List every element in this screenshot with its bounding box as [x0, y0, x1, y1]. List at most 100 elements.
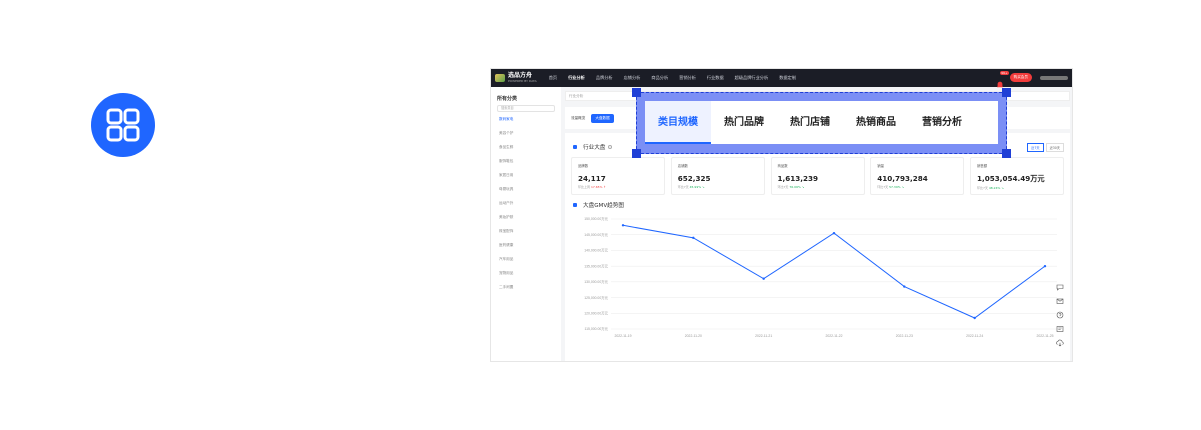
notification-badge: 99+	[999, 70, 1009, 75]
feedback-icon[interactable]	[1056, 325, 1064, 333]
selection-handle[interactable]	[1002, 149, 1011, 158]
industry-panel: 行业大盘 近7天 近30天 品牌数 24,117 环比上周 17.65% ↑ 店…	[565, 133, 1070, 361]
nav-marketing-analysis[interactable]: 营销分析	[679, 75, 696, 81]
range-7-days-button[interactable]: 近7天	[1027, 143, 1044, 152]
nav-super-brand[interactable]: 超级品牌行业分析	[735, 75, 769, 81]
category-search-input[interactable]: 搜索类目	[497, 105, 555, 112]
metric-card-sales-volume: 销量 410,793,284 环比7天 57.39% ↘	[870, 157, 965, 195]
x-tick-label: 2022-11-25	[1036, 334, 1053, 338]
nav-home[interactable]: 首页	[549, 75, 557, 81]
sidebar-item[interactable]: 食品生鲜	[497, 144, 555, 158]
gmv-data-point	[692, 236, 695, 240]
nav-product-analysis[interactable]: 商品分析	[651, 75, 668, 81]
tab-hot-shops[interactable]: 热门店铺	[777, 101, 843, 144]
metric-delta: 环比上周 17.65% ↑	[578, 185, 606, 189]
y-tick-label: 130,000.00万元	[584, 280, 608, 284]
nav-industry-data[interactable]: 行业数据	[707, 75, 724, 81]
metric-label: 商品数	[777, 164, 788, 168]
metric-label: 销售额	[977, 164, 988, 168]
sidebar-item[interactable]: 美容个护	[497, 130, 555, 144]
main-nav: 首页 行业分析 品牌分析 店铺分析 商品分析 营销分析 行业数据 超级品牌行业分…	[549, 75, 807, 81]
top-navbar: 选品方舟 POWERED BY DATA 首页 行业分析 品牌分析 店铺分析 商…	[491, 69, 1072, 87]
bell-icon[interactable]: 99+	[996, 70, 1009, 87]
sidebar-item[interactable]: 宠物用品	[497, 270, 555, 284]
gmv-data-point	[903, 285, 906, 288]
tab-category-scale[interactable]: 类目规模	[645, 101, 711, 144]
y-tick-label: 145,000.00万元	[584, 233, 608, 237]
y-tick-label: 120,000.00万元	[584, 311, 608, 315]
tab-hot-brands[interactable]: 热门品牌	[711, 101, 777, 144]
metric-delta: 环比7天 48.24% ↘	[977, 186, 1004, 190]
section-icon	[573, 145, 577, 149]
sidebar-item[interactable]: 医药健康	[497, 242, 555, 256]
y-tick-label: 135,000.00万元	[584, 264, 608, 268]
y-tick-label: 115,000.00万元	[585, 327, 609, 331]
y-tick-label: 125,000.00万元	[584, 296, 608, 300]
y-tick-label: 140,000.00万元	[584, 249, 608, 253]
metric-card-products: 商品数 1,613,239 环比7天 76.06% ↘	[770, 157, 865, 195]
gmv-series-line	[622, 224, 1046, 319]
sidebar-item[interactable]: 运动户外	[497, 200, 555, 214]
gmv-data-point	[762, 277, 765, 280]
selection-handle[interactable]	[632, 149, 641, 158]
sidebar-item[interactable]: 珠宝配饰	[497, 228, 555, 242]
help-circle-icon[interactable]	[1056, 311, 1064, 319]
metric-value: 410,793,284	[877, 174, 928, 183]
sidebar-item[interactable]: 数码家电	[497, 116, 555, 130]
sidebar-item[interactable]: 母婴玩具	[497, 186, 555, 200]
download-icon[interactable]	[1056, 339, 1064, 347]
highlight-overlay: 类目规模 热门品牌 热门店铺 热销商品 营销分析	[632, 88, 1011, 158]
tab-best-selling-products[interactable]: 热销商品	[843, 101, 909, 144]
metric-card-brands: 品牌数 24,117 环比上周 17.65% ↑	[571, 157, 665, 195]
logo[interactable]: 选品方舟 POWERED BY DATA	[495, 73, 537, 83]
metric-value: 24,117	[578, 174, 606, 183]
range-toggle: 近7天 近30天	[1025, 143, 1064, 152]
sidebar-item[interactable]: 美妆护肤	[497, 214, 555, 228]
nav-industry-analysis[interactable]: 行业分析	[568, 75, 585, 81]
metric-delta: 环比7天 76.06% ↘	[777, 185, 805, 189]
nav-data-custom[interactable]: 数据定制	[779, 75, 796, 81]
message-icon[interactable]	[1056, 297, 1064, 305]
metric-value: 652,325	[677, 174, 711, 183]
x-tick-label: 2022-11-22	[825, 334, 842, 338]
x-tick-label: 2022-11-23	[896, 334, 913, 338]
metric-card-revenue: 销售额 1,053,054.49万元 环比7天 48.24% ↘	[970, 157, 1064, 195]
gmv-data-point	[621, 224, 625, 227]
tab-market-data[interactable]: 大盘数据	[591, 113, 614, 123]
metric-delta: 环比7天 57.39% ↘	[877, 185, 905, 189]
x-tick-label: 2022-11-21	[755, 334, 772, 338]
user-menu[interactable]	[1040, 75, 1068, 80]
gmv-chart: 150,000.00万元 145,000.00万元 140,000.00万元 135,…	[571, 211, 1066, 361]
range-30-days-button[interactable]: 近30天	[1045, 143, 1064, 152]
metric-value: 1,613,239	[777, 174, 818, 183]
sidebar-item[interactable]: 服饰鞋包	[497, 158, 555, 172]
sidebar-item[interactable]: 二手闲置	[497, 284, 555, 298]
buy-membership-button[interactable]: 购买会员	[1009, 73, 1032, 82]
sidebar-item[interactable]: 汽车用品	[497, 256, 555, 270]
metric-card-shops: 店铺数 652,325 环比7天 45.99% ↘	[670, 157, 765, 195]
metric-label: 销量	[877, 164, 885, 168]
metric-label: 品牌数	[578, 164, 589, 168]
sidebar-item[interactable]: 家居日用	[497, 172, 555, 186]
selection-handle[interactable]	[632, 88, 641, 97]
section-icon	[573, 203, 577, 207]
x-tick-label: 2022-11-20	[685, 334, 702, 338]
app-grid-icon	[91, 93, 155, 157]
metric-label: 店铺数	[677, 164, 688, 168]
sidebar-title: 所有分类	[497, 96, 518, 102]
metric-delta: 环比7天 45.99% ↘	[677, 185, 705, 189]
category-sidebar: 所有分类 搜索类目 数码家电 美容个护 食品生鲜 服饰鞋包 家居日用 母婴玩具 …	[491, 87, 561, 361]
logo-subtitle: POWERED BY DATA	[508, 79, 537, 83]
zoomed-analysis-tabs: 类目规模 热门品牌 热门店铺 热销商品 营销分析	[645, 101, 998, 144]
floating-toolbar	[1056, 283, 1064, 353]
selection-handle[interactable]	[1002, 88, 1011, 97]
nav-brand-analysis[interactable]: 品牌分析	[596, 75, 613, 81]
gmv-data-point	[973, 316, 976, 320]
nav-shop-analysis[interactable]: 店铺分析	[624, 75, 641, 81]
metric-value: 1,053,054.49万元	[977, 174, 1045, 183]
tab-marketing-analysis[interactable]: 营销分析	[909, 101, 975, 144]
chat-icon[interactable]	[1056, 283, 1064, 291]
industry-title-text: 行业大盘	[583, 145, 606, 151]
help-icon[interactable]	[608, 145, 613, 149]
tab-traffic-overview[interactable]: 流量概览	[571, 116, 585, 121]
